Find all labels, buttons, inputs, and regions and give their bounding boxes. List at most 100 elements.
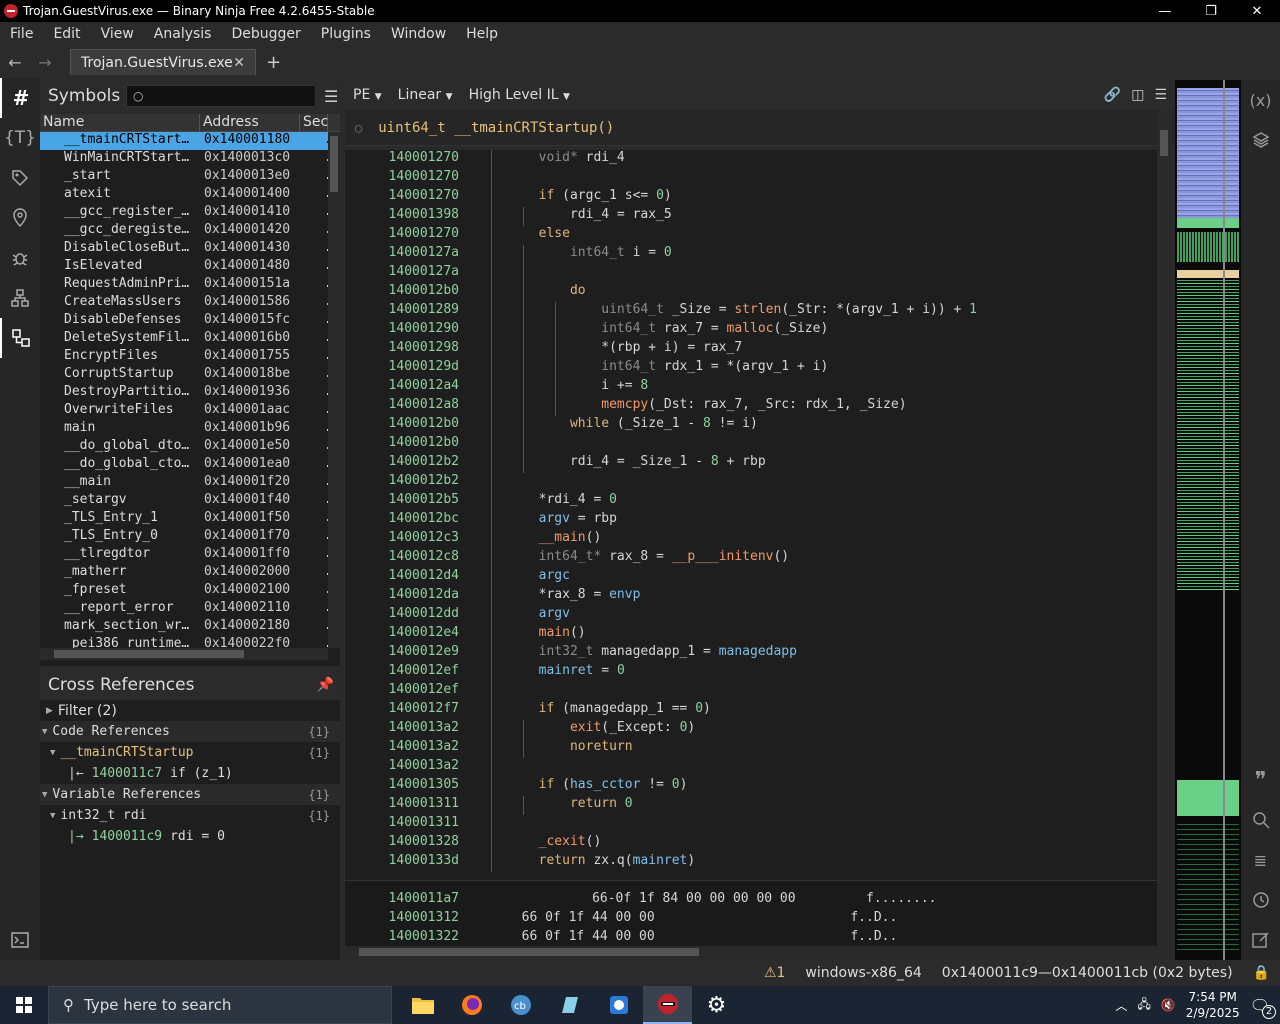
codeblocks-icon[interactable]: cb [496, 986, 545, 1024]
code-line-address[interactable]: 140001328 [345, 834, 459, 853]
symbol-row[interactable]: __tmainCRTStart…0x140001180.te [40, 132, 340, 150]
hex-line[interactable]: 1400011a7 66-0f 1f 84 00 00 00 00 00 f..… [345, 891, 1157, 910]
symbol-row[interactable]: IsElevated0x140001480.te [40, 258, 340, 276]
location-pin-icon[interactable] [0, 198, 40, 238]
symbol-row[interactable]: _fpreset0x140002100.te [40, 582, 340, 600]
code-line[interactable]: 14000127a int64_t i = 0 [345, 245, 1157, 264]
binary-ninja-taskbar-icon[interactable] [643, 986, 692, 1024]
code-line[interactable]: 14000133d return zx.q(mainret) [345, 853, 1157, 872]
code-line[interactable]: 1400012b2 rdi_4 = _Size_1 - 8 + rbp [345, 454, 1157, 473]
menu-debugger[interactable]: Debugger [221, 26, 310, 42]
code-line[interactable]: 1400012c3 __main() [345, 530, 1157, 549]
menu-plugins[interactable]: Plugins [311, 26, 381, 42]
code-line-address[interactable]: 1400012b0 [345, 283, 459, 302]
back-arrow-icon[interactable]: ← [0, 53, 30, 72]
code-line[interactable]: 140001270 [345, 169, 1157, 188]
code-line[interactable]: 1400012a4 i += 8 [345, 378, 1157, 397]
link-icon[interactable]: 🔗 [1104, 87, 1121, 103]
close-tab-icon[interactable]: ✕ [233, 55, 245, 71]
types-braces-icon[interactable]: {T} [0, 118, 40, 158]
symbol-row[interactable]: atexit0x140001400.te [40, 186, 340, 204]
code-line-address[interactable]: 14000127a [345, 245, 459, 264]
code-line-address[interactable]: 1400012bc [345, 511, 459, 530]
hamburger-menu-icon[interactable]: ☰ [324, 87, 338, 106]
code-line[interactable]: 1400012ef [345, 682, 1157, 701]
symbol-row[interactable]: main0x140001b96.te [40, 420, 340, 438]
split-view-icon[interactable]: ◫ [1131, 87, 1144, 103]
pin-icon[interactable]: 📌 [317, 677, 334, 693]
code-line[interactable]: 1400013a2 noreturn [345, 739, 1157, 758]
network-icon[interactable]: 🖧 [1137, 995, 1150, 1016]
layout-dropdown[interactable]: Linear ▼ [390, 87, 461, 103]
xref-variable-item[interactable]: |→ 1400011c9 rdi = 0 [40, 826, 340, 847]
code-line-address[interactable]: 1400013a2 [345, 720, 459, 739]
code-line[interactable]: 140001289 uint64_t _Size = strlen(_Str: … [345, 302, 1157, 321]
code-line-address[interactable]: 1400012e4 [345, 625, 459, 644]
code-line[interactable]: 1400012e9 int32_t managedapp_1 = managed… [345, 644, 1157, 663]
code-line-address[interactable]: 140001270 [345, 169, 459, 188]
xref-code-references[interactable]: ▼ Code References {1} [40, 721, 340, 742]
symbols-hash-icon[interactable]: # [0, 78, 40, 118]
code-line-address[interactable]: 1400012dd [345, 606, 459, 625]
warnings-badge[interactable]: ⚠1 [754, 965, 795, 981]
taskbar-search-input[interactable]: ⚲ Type here to search [48, 986, 392, 1024]
taskbar-clock[interactable]: 7:54 PM 2/9/2025 [1186, 989, 1240, 1021]
symbol-row[interactable]: mark_section_wr…0x140002180.te [40, 618, 340, 636]
xref-variable-decl[interactable]: ▼ int32_t rdi {1} [40, 805, 340, 826]
code-line-address[interactable]: 1400012b0 [345, 416, 459, 435]
architecture-label[interactable]: windows-x86_64 [795, 965, 931, 981]
code-line-address[interactable]: 140001305 [345, 777, 459, 796]
notifications-icon[interactable]: 🗨 2 [1250, 996, 1276, 1019]
code-line-address[interactable]: 1400013a2 [345, 758, 459, 777]
code-line-address[interactable]: 140001289 [345, 302, 459, 321]
code-line-address[interactable]: 1400012b2 [345, 473, 459, 492]
code-line[interactable]: 140001305 if (has_cctor != 0) [345, 777, 1157, 796]
refresh-icon[interactable]: ◯ [355, 121, 362, 135]
code-line[interactable]: 1400012b2 [345, 473, 1157, 492]
symbol-row[interactable]: _matherr0x140002000.te [40, 564, 340, 582]
menu-help[interactable]: Help [456, 26, 508, 42]
code-line-address[interactable]: 140001270 [345, 188, 459, 207]
code-line-address[interactable]: 1400012b2 [345, 454, 459, 473]
symbol-row[interactable]: _setargv0x140001f40.te [40, 492, 340, 510]
feature-map[interactable] [1175, 80, 1241, 960]
code-line[interactable]: 140001270 if (argc_1 s<= 0) [345, 188, 1157, 207]
symbols-search-input[interactable]: ○ [126, 85, 316, 107]
symbol-row[interactable]: DisableDefenses0x1400015fc.te [40, 312, 340, 330]
forward-arrow-icon[interactable]: → [30, 53, 60, 72]
debugger-bug-icon[interactable] [0, 238, 40, 278]
code-line[interactable]: 1400012c8 int64_t* rax_8 = __p___initenv… [345, 549, 1157, 568]
code-line-address[interactable]: 140001270 [345, 150, 459, 169]
hex-line[interactable]: 140001312 66 0f 1f 44 00 00 f..D.. [345, 910, 1157, 929]
code-line[interactable]: 140001398 rdi_4 = rax_5 [345, 207, 1157, 226]
start-button[interactable] [0, 986, 48, 1024]
xref-code-item[interactable]: |← 1400011c7 if (z_1) [40, 763, 340, 784]
code-line-address[interactable]: 1400012b5 [345, 492, 459, 511]
hierarchy-icon[interactable] [0, 278, 40, 318]
symbol-row[interactable]: DeleteSystemFil…0x1400016b0.te [40, 330, 340, 348]
code-line-address[interactable]: 14000133d [345, 853, 459, 872]
code-line-address[interactable]: 1400012ef [345, 663, 459, 682]
terminal-icon[interactable] [0, 920, 40, 960]
il-dropdown[interactable]: High Level IL ▼ [461, 87, 578, 103]
code-vertical-scrollbar[interactable] [1157, 110, 1171, 946]
maximize-button[interactable]: ❐ [1188, 4, 1234, 19]
symbol-row[interactable]: _start0x1400013e0.te [40, 168, 340, 186]
menu-window[interactable]: Window [381, 26, 456, 42]
graph-view-icon[interactable] [0, 318, 40, 358]
xref-variable-references[interactable]: ▼ Variable References {1} [40, 784, 340, 805]
symbol-row[interactable]: CreateMassUsers0x140001586.te [40, 294, 340, 312]
file-tab[interactable]: Trojan.GuestVirus.exe ✕ [70, 49, 256, 75]
symbol-row[interactable]: _TLS_Entry_00x140001f70.te [40, 528, 340, 546]
code-line-address[interactable]: 1400012c8 [345, 549, 459, 568]
volume-muted-icon[interactable]: 🔇 [1161, 998, 1176, 1012]
code-line[interactable]: 140001270 else [345, 226, 1157, 245]
symbol-row[interactable]: OverwriteFiles0x140001aac.te [40, 402, 340, 420]
code-line[interactable]: 1400012b5 *rdi_4 = 0 [345, 492, 1157, 511]
hex-bytes[interactable]: 66 0f 1f 44 00 00 [522, 910, 655, 929]
history-icon[interactable] [1241, 880, 1280, 920]
code-line[interactable]: 1400012f7 if (managedapp_1 == 0) [345, 701, 1157, 720]
code-line-address[interactable]: 140001398 [345, 207, 459, 226]
code-horizontal-scrollbar[interactable] [345, 946, 1157, 958]
tags-icon[interactable] [0, 158, 40, 198]
